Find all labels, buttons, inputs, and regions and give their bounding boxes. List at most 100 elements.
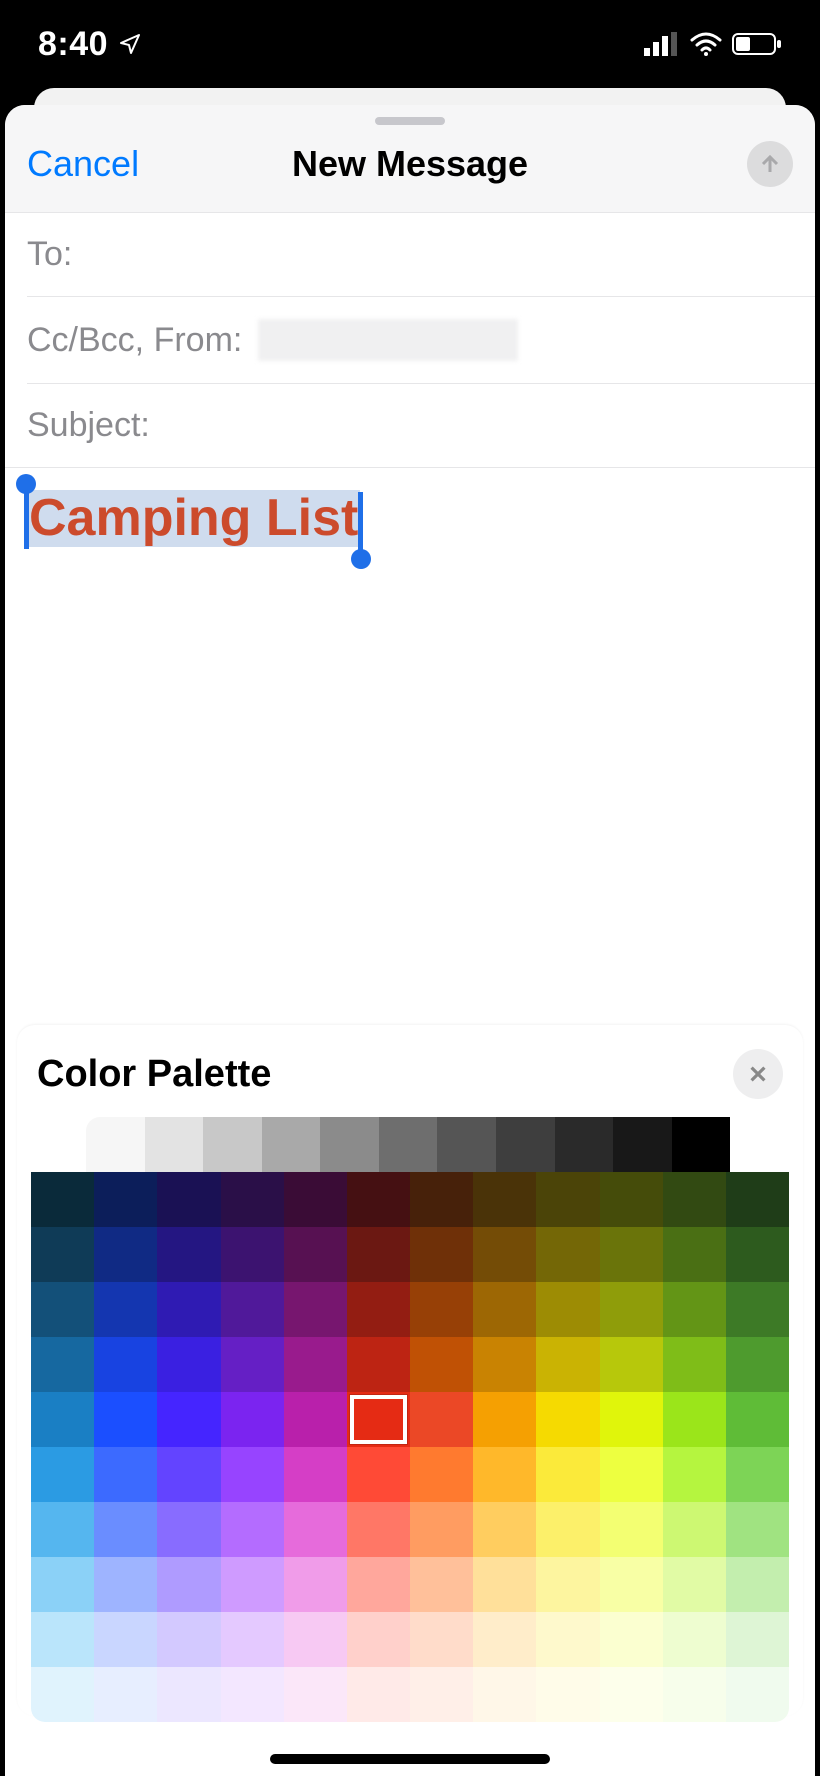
color-swatch[interactable] [284, 1557, 347, 1612]
color-swatch[interactable] [600, 1172, 663, 1227]
color-swatch[interactable] [663, 1392, 726, 1447]
subject-field[interactable]: Subject: [5, 384, 815, 467]
color-swatch[interactable] [284, 1667, 347, 1722]
color-swatch[interactable] [31, 1392, 94, 1447]
color-swatch[interactable] [157, 1337, 220, 1392]
color-swatch[interactable] [284, 1282, 347, 1337]
color-swatch[interactable] [347, 1557, 410, 1612]
color-swatch[interactable] [94, 1447, 157, 1502]
color-swatch[interactable] [94, 1172, 157, 1227]
gray-swatch[interactable] [613, 1117, 672, 1172]
color-swatch[interactable] [410, 1612, 473, 1667]
color-swatch[interactable] [536, 1447, 599, 1502]
color-swatch[interactable] [221, 1227, 284, 1282]
color-swatch[interactable] [31, 1227, 94, 1282]
cancel-button[interactable]: Cancel [27, 133, 139, 185]
color-swatch[interactable] [347, 1337, 410, 1392]
color-swatch[interactable] [726, 1612, 789, 1667]
color-swatch[interactable] [473, 1667, 536, 1722]
color-swatch[interactable] [221, 1502, 284, 1557]
color-swatch[interactable] [94, 1557, 157, 1612]
color-swatch[interactable] [663, 1282, 726, 1337]
cc-from-field[interactable]: Cc/Bcc, From: [5, 297, 815, 383]
color-swatch[interactable] [473, 1612, 536, 1667]
color-swatch[interactable] [31, 1502, 94, 1557]
send-button[interactable] [747, 141, 793, 187]
gray-swatch[interactable] [437, 1117, 496, 1172]
color-swatch[interactable] [600, 1337, 663, 1392]
color-swatch[interactable] [31, 1172, 94, 1227]
color-swatch[interactable] [157, 1392, 220, 1447]
gray-swatch[interactable] [672, 1117, 731, 1172]
color-swatch[interactable] [284, 1172, 347, 1227]
color-swatch[interactable] [284, 1227, 347, 1282]
color-swatch[interactable] [157, 1557, 220, 1612]
color-swatch[interactable] [536, 1392, 599, 1447]
color-swatch[interactable] [94, 1227, 157, 1282]
color-swatch[interactable] [31, 1447, 94, 1502]
color-swatch[interactable] [600, 1282, 663, 1337]
color-swatch[interactable] [221, 1337, 284, 1392]
color-swatch[interactable] [663, 1557, 726, 1612]
selection-dot-start[interactable] [16, 474, 36, 494]
color-swatch[interactable] [726, 1337, 789, 1392]
color-swatch[interactable] [410, 1667, 473, 1722]
gray-swatch[interactable] [379, 1117, 438, 1172]
color-swatch[interactable] [726, 1557, 789, 1612]
selection-dot-end[interactable] [351, 549, 371, 569]
color-swatch[interactable] [157, 1172, 220, 1227]
gray-swatch[interactable] [496, 1117, 555, 1172]
selection-handle-right[interactable] [358, 492, 363, 557]
color-swatch[interactable] [663, 1502, 726, 1557]
color-swatch[interactable] [347, 1282, 410, 1337]
gray-swatch[interactable] [555, 1117, 614, 1172]
color-swatch[interactable] [473, 1172, 536, 1227]
color-swatch[interactable] [600, 1447, 663, 1502]
gray-swatch[interactable] [203, 1117, 262, 1172]
color-swatch[interactable] [410, 1447, 473, 1502]
color-swatch[interactable] [473, 1502, 536, 1557]
color-swatch[interactable] [726, 1667, 789, 1722]
color-swatch[interactable] [473, 1557, 536, 1612]
color-swatch[interactable] [536, 1502, 599, 1557]
color-swatch[interactable] [284, 1337, 347, 1392]
color-swatch[interactable] [536, 1612, 599, 1667]
color-swatch[interactable] [347, 1447, 410, 1502]
color-swatch[interactable] [536, 1227, 599, 1282]
color-swatch[interactable] [347, 1227, 410, 1282]
color-swatch[interactable] [94, 1392, 157, 1447]
color-swatch[interactable] [284, 1392, 347, 1447]
home-indicator[interactable] [270, 1754, 550, 1764]
color-swatch[interactable] [410, 1392, 473, 1447]
color-swatch[interactable] [536, 1337, 599, 1392]
color-swatch[interactable] [347, 1667, 410, 1722]
color-swatch[interactable] [600, 1612, 663, 1667]
color-swatch[interactable] [663, 1227, 726, 1282]
color-swatch[interactable] [410, 1227, 473, 1282]
color-swatch[interactable] [221, 1282, 284, 1337]
color-swatch[interactable] [663, 1667, 726, 1722]
color-swatch[interactable] [157, 1447, 220, 1502]
color-swatch[interactable] [94, 1337, 157, 1392]
color-swatch[interactable] [221, 1667, 284, 1722]
color-swatch[interactable] [410, 1557, 473, 1612]
color-swatch[interactable] [94, 1502, 157, 1557]
color-swatch[interactable] [600, 1502, 663, 1557]
color-swatch[interactable] [31, 1557, 94, 1612]
color-swatch[interactable] [536, 1282, 599, 1337]
color-swatch[interactable] [536, 1557, 599, 1612]
color-swatch[interactable] [473, 1447, 536, 1502]
color-swatch[interactable] [726, 1447, 789, 1502]
color-swatch[interactable] [284, 1612, 347, 1667]
sheet-grabber[interactable] [375, 117, 445, 125]
color-swatch[interactable] [663, 1612, 726, 1667]
color-swatch[interactable] [600, 1227, 663, 1282]
gray-swatch[interactable] [320, 1117, 379, 1172]
color-swatch[interactable] [94, 1612, 157, 1667]
color-swatch[interactable] [157, 1227, 220, 1282]
color-swatch[interactable] [410, 1172, 473, 1227]
color-swatch[interactable] [726, 1227, 789, 1282]
color-swatch[interactable] [157, 1667, 220, 1722]
color-swatch[interactable] [221, 1392, 284, 1447]
color-swatch[interactable] [221, 1447, 284, 1502]
